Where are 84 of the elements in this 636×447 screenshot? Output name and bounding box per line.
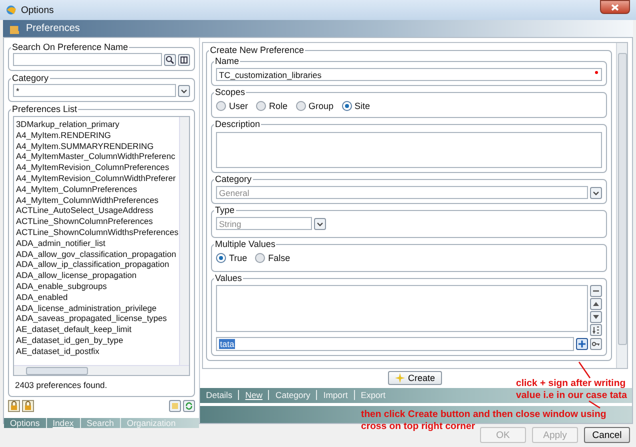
radio-label: Group — [308, 101, 334, 111]
category-dropdown[interactable]: * — [13, 84, 176, 97]
group-title: Category — [215, 174, 252, 184]
list-item[interactable]: ACTLine_AutoSelect_UsageAddress — [16, 205, 179, 216]
group-title: Values — [215, 273, 242, 283]
dropdown-caret-icon[interactable] — [178, 84, 190, 96]
list-item[interactable]: A4_MyItem.RENDERING — [16, 130, 179, 141]
scrollbar[interactable] — [14, 365, 189, 375]
document-icon[interactable] — [169, 400, 181, 412]
value-field[interactable]: tata — [216, 337, 574, 351]
leader-line — [578, 361, 591, 379]
list-item[interactable]: 3DMarkup_relation_primary — [16, 119, 179, 130]
close-button[interactable] — [600, 0, 630, 14]
window-title: Options — [21, 4, 54, 16]
radio-label: Site — [354, 101, 370, 111]
description-field[interactable] — [216, 132, 602, 168]
name-field[interactable]: TC_customization_libraries — [216, 68, 602, 81]
annotation-text: click + sign after writing value i.e in our case tata — [516, 378, 627, 401]
list-item[interactable]: A4_MyItem.SUMMARYRENDERING — [16, 140, 179, 152]
leader-line — [588, 400, 601, 409]
tab[interactable]: Details — [200, 390, 240, 400]
group-title: Search On Preference Name — [12, 42, 128, 52]
header-title: Preferences — [26, 23, 80, 34]
refresh-icon[interactable] — [183, 400, 195, 412]
list-item[interactable]: A4_MyItemRevision_ColumnPreferences — [16, 162, 179, 173]
app-icon — [6, 4, 17, 16]
scrollbar[interactable] — [179, 117, 189, 365]
close-icon — [610, 2, 620, 12]
columns-icon[interactable] — [178, 54, 190, 66]
scrollbar-thumb[interactable] — [26, 366, 88, 374]
dropdown-caret-icon[interactable] — [590, 186, 602, 198]
search-field[interactable] — [13, 53, 162, 66]
group-title: Type — [215, 205, 235, 215]
radio-label: Role — [269, 101, 288, 111]
list-item[interactable]: ADA_admin_notifier_list — [16, 238, 179, 249]
create-button[interactable]: Create — [388, 370, 442, 385]
group-title: Scopes — [215, 87, 246, 97]
list-item[interactable]: ACTLine_ShownColumnPreferences — [16, 216, 179, 227]
group-title: Category — [12, 73, 49, 83]
list-item[interactable]: AE_dataset_id_gen_by_type — [16, 334, 179, 346]
list-item[interactable]: ADA_license_administration_privilege — [16, 302, 179, 314]
lock-icon[interactable] — [22, 400, 34, 412]
star-icon — [394, 372, 405, 383]
category-dropdown[interactable]: General — [216, 186, 588, 199]
group-title: Name — [215, 56, 240, 66]
radio-button[interactable] — [255, 253, 266, 263]
list-item[interactable]: ADA_allow_license_propagation — [16, 270, 179, 281]
list-item[interactable]: ADA_allow_gov_classification_propagation — [16, 248, 179, 260]
group-title: Description — [215, 119, 260, 129]
radio-button[interactable] — [296, 101, 306, 111]
list-item[interactable]: A4_MyItemRevision_ColumnWidthPreferer — [16, 172, 179, 184]
radio-button[interactable] — [216, 101, 226, 111]
list-item[interactable]: AE_dataset_default_keep_limit — [16, 324, 179, 335]
type-dropdown[interactable]: String — [216, 217, 312, 230]
group-title: Create New Preference — [210, 45, 304, 55]
list-item[interactable]: ADA_saveas_propagated_license_types — [16, 313, 179, 324]
radio-label: False — [268, 253, 290, 263]
group-title: Preferences List — [12, 104, 78, 114]
search-icon[interactable] — [164, 54, 176, 66]
scrollbar-thumb[interactable] — [618, 53, 626, 345]
lock-icon[interactable] — [8, 400, 20, 412]
plus-icon[interactable] — [576, 338, 588, 350]
sort-icon[interactable] — [590, 324, 602, 336]
list-item[interactable]: ADA_enable_subgroups — [16, 280, 179, 292]
list-item[interactable]: ACTLine_ShownColumnWidthsPreferences — [16, 226, 179, 238]
list-item[interactable]: A4_MyItem_ColumnPreferences — [16, 184, 179, 195]
list-item[interactable]: AE_dataset_id_postfix — [16, 346, 179, 357]
radio-label: True — [229, 253, 248, 263]
list-item[interactable]: A4_MyItem_ColumnWidthPreferences — [16, 194, 179, 206]
list-item[interactable]: ADA_enabled — [16, 292, 179, 303]
preferences-icon — [9, 22, 20, 34]
radio-label: User — [229, 101, 248, 111]
minus-icon[interactable] — [590, 285, 602, 297]
key-icon[interactable] — [590, 338, 602, 350]
group-title: Multiple Values — [215, 239, 276, 249]
radio-button[interactable] — [216, 253, 226, 263]
dialog-button[interactable]: Cancel — [584, 427, 630, 443]
dropdown-caret-icon[interactable] — [314, 218, 326, 230]
list-item[interactable]: ADA_allow_ip_classification_propagation — [16, 259, 179, 270]
radio-button[interactable] — [342, 101, 352, 111]
scrollbar[interactable] — [616, 43, 627, 368]
radio-button[interactable] — [256, 101, 266, 111]
status-text: 2403 preferences found. — [14, 379, 108, 392]
list-item[interactable]: A4_MyItemMaster_ColumnWidthPreferenc — [16, 151, 179, 162]
